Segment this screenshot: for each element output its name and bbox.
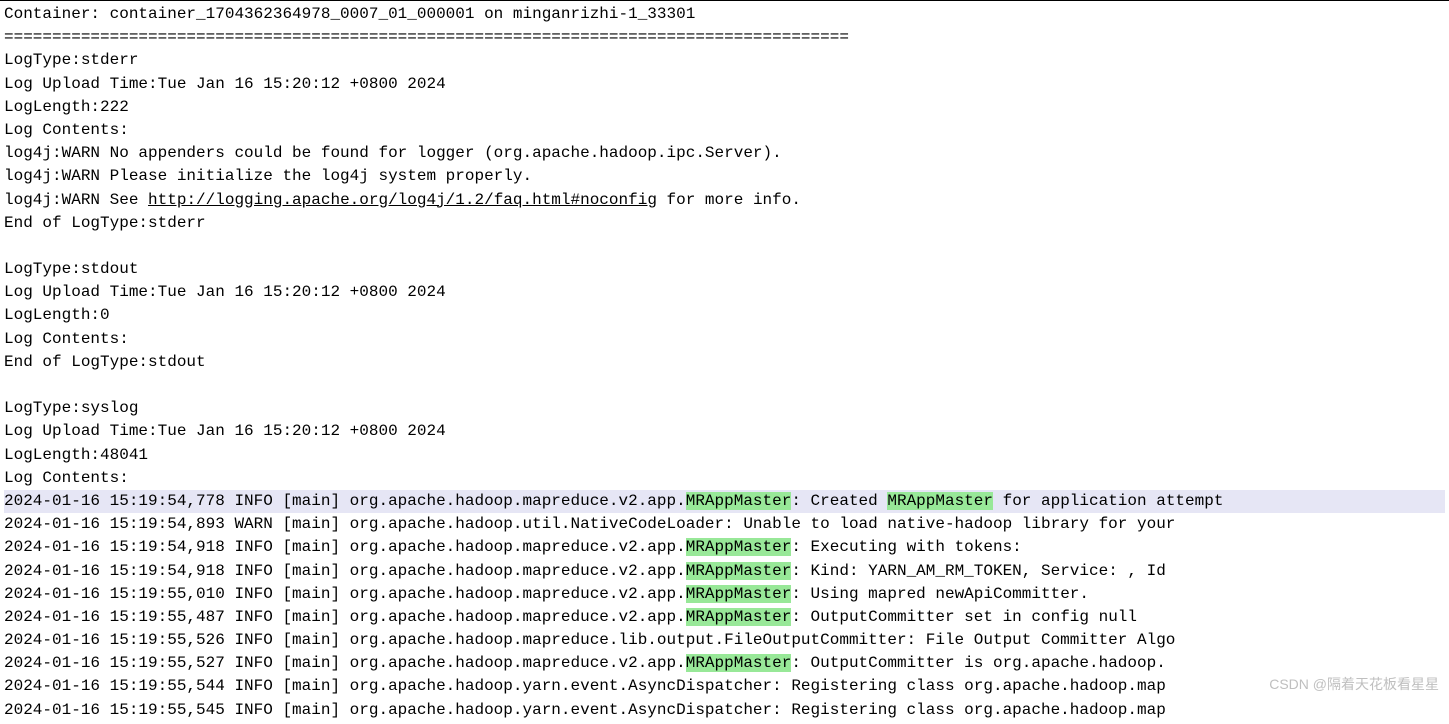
syslog-line: 2024-01-16 15:19:55,010 INFO [main] org.… (4, 583, 1445, 606)
blank-line (4, 235, 1445, 258)
stderr-end: End of LogType:stderr (4, 212, 1445, 235)
syslog-line: 2024-01-16 15:19:55,487 INFO [main] org.… (4, 606, 1445, 629)
syslog-line: 2024-01-16 15:19:55,526 INFO [main] org.… (4, 629, 1445, 652)
syslog-contents-label: Log Contents: (4, 467, 1445, 490)
stderr-text: for more info. (657, 191, 801, 209)
search-highlight: MRAppMaster (686, 585, 792, 603)
search-highlight: MRAppMaster (686, 654, 792, 672)
syslog-line: 2024-01-16 15:19:54,893 WARN [main] org.… (4, 513, 1445, 536)
stderr-line: log4j:WARN Please initialize the log4j s… (4, 165, 1445, 188)
syslog-line: 2024-01-16 15:19:55,544 INFO [main] org.… (4, 675, 1445, 698)
search-highlight: MRAppMaster (686, 608, 792, 626)
stdout-logtype: LogType:stdout (4, 258, 1445, 281)
syslog-line: 2024-01-16 15:19:55,545 INFO [main] org.… (4, 699, 1445, 722)
search-highlight: MRAppMaster (686, 492, 792, 510)
stderr-text: log4j:WARN See (4, 191, 148, 209)
syslog-line: 2024-01-16 15:19:55,527 INFO [main] org.… (4, 652, 1445, 675)
syslog-length: LogLength:48041 (4, 444, 1445, 467)
stderr-logtype: LogType:stderr (4, 49, 1445, 72)
stderr-line: log4j:WARN No appenders could be found f… (4, 142, 1445, 165)
header-separator: ========================================… (4, 26, 1445, 49)
stdout-contents-label: Log Contents: (4, 328, 1445, 351)
stdout-end: End of LogType:stdout (4, 351, 1445, 374)
stderr-line: log4j:WARN See http://logging.apache.org… (4, 189, 1445, 212)
stderr-length: LogLength:222 (4, 96, 1445, 119)
stderr-upload-time: Log Upload Time:Tue Jan 16 15:20:12 +080… (4, 73, 1445, 96)
stderr-contents-label: Log Contents: (4, 119, 1445, 142)
log-viewer[interactable]: Container: container_1704362364978_0007_… (0, 1, 1449, 724)
stdout-length: LogLength:0 (4, 304, 1445, 327)
stdout-upload-time: Log Upload Time:Tue Jan 16 15:20:12 +080… (4, 281, 1445, 304)
blank-line (4, 374, 1445, 397)
syslog-logtype: LogType:syslog (4, 397, 1445, 420)
container-header: Container: container_1704362364978_0007_… (4, 3, 1445, 26)
search-highlight: MRAppMaster (686, 562, 792, 580)
search-highlight: MRAppMaster (686, 538, 792, 556)
search-highlight: MRAppMaster (887, 492, 993, 510)
syslog-content: 2024-01-16 15:19:54,778 INFO [main] org.… (4, 490, 1445, 722)
syslog-upload-time: Log Upload Time:Tue Jan 16 15:20:12 +080… (4, 420, 1445, 443)
log4j-faq-link[interactable]: http://logging.apache.org/log4j/1.2/faq.… (148, 191, 657, 209)
syslog-line: 2024-01-16 15:19:54,918 INFO [main] org.… (4, 560, 1445, 583)
syslog-line: 2024-01-16 15:19:54,778 INFO [main] org.… (4, 490, 1445, 513)
syslog-line: 2024-01-16 15:19:54,918 INFO [main] org.… (4, 536, 1445, 559)
